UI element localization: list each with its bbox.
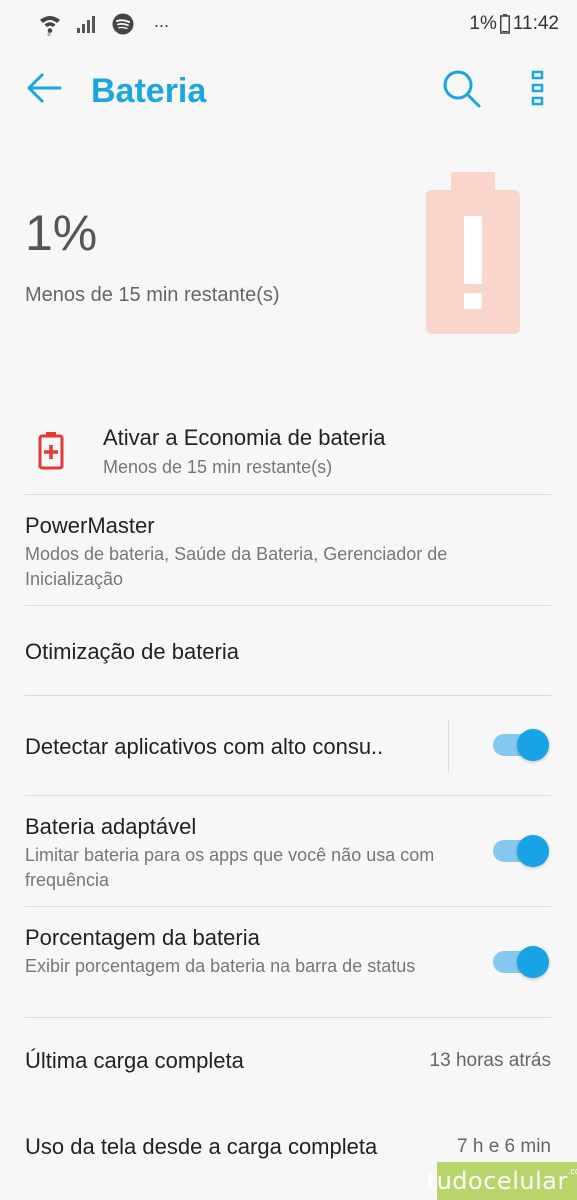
status-icons-right: 1% 11:42	[469, 13, 559, 35]
status-battery-percent: 1%	[469, 13, 497, 34]
battery-percentage-toggle[interactable]	[491, 944, 551, 980]
battery-warning-icon	[426, 172, 520, 334]
watermark-text: tudocelular	[426, 1167, 568, 1195]
status-icons-left: ✆ ...	[38, 10, 170, 36]
svg-text:✆: ✆	[47, 32, 51, 36]
signal-icon	[77, 16, 95, 33]
detect-apps-title: Detectar aplicativos com alto consu..	[25, 734, 384, 759]
battery-saver-title: Ativar a Economia de bateria	[103, 425, 386, 450]
battery-saver-subtitle: Menos de 15 min restante(s)	[103, 457, 333, 477]
vertical-separator	[448, 720, 449, 772]
battery-icon	[499, 14, 510, 34]
powermaster-title: PowerMaster	[25, 513, 155, 538]
wifi-call-icon: ✆	[40, 16, 60, 36]
status-time: 11:42	[512, 13, 559, 34]
adaptive-battery-toggle[interactable]	[491, 833, 551, 869]
page-title: Bateria	[91, 72, 207, 110]
back-arrow-icon[interactable]	[24, 68, 64, 108]
spotify-icon	[112, 13, 134, 35]
toggle-thumb	[517, 835, 549, 867]
battery-optimization-row[interactable]: Otimização de bateria	[0, 606, 577, 695]
screen-usage-title: Uso da tela desde a carga completa	[25, 1134, 378, 1159]
watermark-logo: tudocelular .com	[427, 1162, 577, 1200]
status-bar: ✆ ... 1% 11:42	[0, 0, 577, 48]
battery-percentage-title: Porcentagem da bateria	[25, 925, 260, 950]
screen-usage-value: 7 h e 6 min	[457, 1136, 551, 1157]
powermaster-row[interactable]: PowerMaster Modos de bateria, Saúde da B…	[0, 495, 577, 605]
battery-saver-row[interactable]: Ativar a Economia de bateria Menos de 15…	[0, 410, 577, 494]
detect-apps-toggle[interactable]	[491, 727, 551, 763]
last-full-charge-value: 13 horas atrás	[429, 1050, 551, 1071]
adaptive-battery-subtitle: Limitar bateria para os apps que você nã…	[25, 845, 435, 890]
battery-percentage: 1%	[25, 205, 98, 261]
battery-remaining-time: Menos de 15 min restante(s)	[25, 284, 280, 306]
last-full-charge-row: Última carga completa 13 horas atrás	[0, 1018, 577, 1108]
search-icon[interactable]	[441, 68, 483, 110]
battery-percentage-subtitle: Exibir porcentagem da bateria na barra d…	[25, 956, 416, 976]
adaptive-battery-title: Bateria adaptável	[25, 814, 197, 839]
battery-optimization-title: Otimização de bateria	[25, 639, 239, 664]
more-notifications-indicator: ...	[154, 10, 170, 31]
app-bar: Bateria	[0, 48, 577, 140]
watermark-suffix: .com	[567, 1166, 577, 1176]
more-options-icon[interactable]	[527, 68, 549, 108]
toggle-thumb	[517, 729, 549, 761]
toggle-thumb	[517, 946, 549, 978]
powermaster-subtitle: Modos de bateria, Saúde da Bateria, Gere…	[25, 544, 448, 589]
last-full-charge-title: Última carga completa	[25, 1048, 244, 1073]
